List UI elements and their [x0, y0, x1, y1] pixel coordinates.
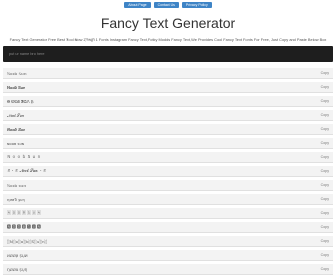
fancy-text-row[interactable]: Ｎ ｏ ｏ ｂ Ｓ ｕ ｎ Copy: [3, 152, 333, 163]
fancy-text-row[interactable]: 𝑵𝒐𝒐𝒃 𝑺𝒖𝒏 Copy: [3, 124, 333, 135]
fancy-text-row[interactable]: ℕ𝕠𝕠𝕓 𝕊𝕦𝕟 Copy: [3, 68, 333, 79]
fancy-text-output: ℕ𝕠𝕠𝕓 𝕤𝕦𝕟: [7, 182, 27, 188]
fancy-text-output: Ｎ ｏ ｏ ｂ Ｓ ｕ ｎ: [7, 154, 41, 159]
copy-button[interactable]: Copy: [321, 267, 329, 271]
fancy-text-row[interactable]: ŊØØß ŞŲŊ Copy: [3, 264, 333, 275]
copy-button[interactable]: Copy: [321, 85, 329, 89]
fancy-text-row[interactable]: ɳσσႦ ʂυɳ Copy: [3, 194, 333, 205]
fancy-text-row[interactable]: 🅽 🅾 🅾 🅱 🆂 🆄 🅽 Copy: [3, 222, 333, 233]
page-tagline: Fancy Text Generator Free Best ₮ool ₦ow …: [9, 37, 327, 42]
fancy-text-row[interactable]: ɴᴏᴏʙ ꜱᴜɴ Copy: [3, 138, 333, 149]
fancy-text-row[interactable]: ░N░o░o░b░S░u░n░ Copy: [3, 236, 333, 247]
copy-button[interactable]: Copy: [321, 99, 329, 103]
copy-button[interactable]: Copy: [321, 253, 329, 257]
fancy-text-output: ミ・ミ 𝓝𝓸𝓸𝓫 𝓢𝓾𝓷 ・ミ: [7, 168, 47, 173]
fancy-text-output: ŊØØß ŞŲŊ: [7, 266, 28, 272]
fancy-text-row[interactable]: 𝐍𝐨𝐨𝐛 𝐒𝐮𝐧 Copy: [3, 82, 333, 93]
about-page-button[interactable]: About Page: [124, 2, 151, 8]
copy-button[interactable]: Copy: [321, 169, 329, 173]
name-input[interactable]: [3, 48, 333, 60]
fancy-text-row[interactable]: ミ・ミ 𝓝𝓸𝓸𝓫 𝓢𝓾𝓷 ・ミ Copy: [3, 166, 333, 177]
fancy-text-list: ℕ𝕠𝕠𝕓 𝕊𝕦𝕟 Copy 𝐍𝐨𝐨𝐛 𝐒𝐮𝐧 Copy Ꮎ ᎧᎧᏰ ᏕᏬᏁ ₿ Copy 𝒩…: [3, 68, 333, 275]
fancy-text-output: ℕ𝕠𝕠𝕓 𝕊𝕦𝕟: [7, 70, 27, 76]
fancy-text-output: 𝐍𝐨𝐨𝐛 𝐒𝐮𝐧: [7, 84, 26, 90]
copy-button[interactable]: Copy: [321, 197, 329, 201]
copy-button[interactable]: Copy: [321, 183, 329, 187]
contact-us-button[interactable]: Contact Us: [153, 2, 179, 8]
privacy-policy-button[interactable]: Privacy Policy: [181, 2, 212, 8]
fancy-text-output: ░N░o░o░b░S░u░n░: [7, 238, 48, 244]
fancy-text-output: 𝑵𝒐𝒐𝒃 𝑺𝒖𝒏: [7, 126, 26, 132]
fancy-text-output: Ꮎ ᎧᎧᏰ ᏕᏬᏁ ₿: [7, 98, 34, 104]
copy-button[interactable]: Copy: [321, 141, 329, 145]
page-title: Fancy Text Generator: [100, 15, 236, 31]
fancy-text-output: ИØØβ ŞЏИ: [7, 252, 28, 258]
fancy-text-output: 𝒩𝑜𝑜𝒷 𝒮𝓊𝓃: [7, 112, 25, 118]
copy-button[interactable]: Copy: [321, 127, 329, 131]
fancy-text-output: 🅽 🅾 🅾 🅱 🆂 🆄 🅽: [7, 224, 41, 229]
copy-button[interactable]: Copy: [321, 225, 329, 229]
fancy-text-row[interactable]: ℕ𝕠𝕠𝕓 𝕤𝕦𝕟 Copy: [3, 180, 333, 191]
fancy-text-row[interactable]: 🄽 🄾 🄾 🄱 🅂 🅄 🄽 Copy: [3, 208, 333, 219]
copy-button[interactable]: Copy: [321, 211, 329, 215]
fancy-text-row[interactable]: 𝒩𝑜𝑜𝒷 𝒮𝓊𝓃 Copy: [3, 110, 333, 121]
fancy-text-row[interactable]: ИØØβ ŞЏИ Copy: [3, 250, 333, 261]
name-input-container: [3, 46, 333, 62]
fancy-text-output: ɴᴏᴏʙ ꜱᴜɴ: [7, 140, 25, 146]
top-nav: About Page Contact Us Privacy Policy: [0, 0, 336, 11]
fancy-text-output: ɳσσႦ ʂυɳ: [7, 196, 25, 202]
fancy-text-row[interactable]: Ꮎ ᎧᎧᏰ ᏕᏬᏁ ₿ Copy: [3, 96, 333, 107]
copy-button[interactable]: Copy: [321, 155, 329, 159]
copy-button[interactable]: Copy: [321, 239, 329, 243]
copy-button[interactable]: Copy: [321, 71, 329, 75]
fancy-text-output: 🄽 🄾 🄾 🄱 🅂 🅄 🄽: [7, 210, 41, 215]
copy-button[interactable]: Copy: [321, 113, 329, 117]
